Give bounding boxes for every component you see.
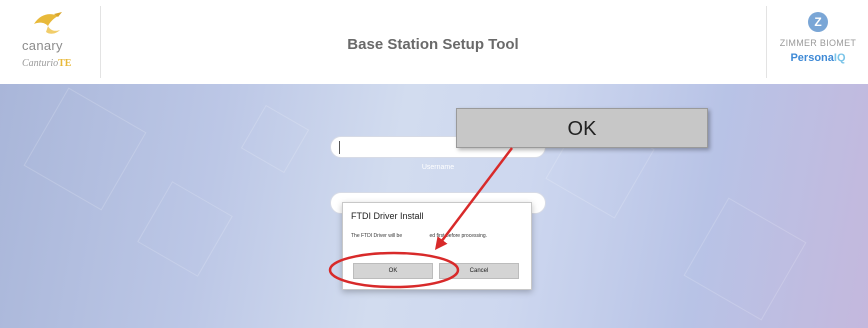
page-title: Base Station Setup Tool	[347, 36, 519, 53]
ok-button[interactable]: OK	[353, 263, 433, 279]
ftdi-install-dialog: FTDI Driver Install The FTDI Driver will…	[342, 202, 532, 290]
canary-product-suffix: TE	[58, 58, 72, 69]
canary-product-name: CanturioTE	[22, 58, 71, 69]
background-hexagon	[137, 181, 233, 277]
text-caret	[339, 141, 340, 154]
background-hexagon	[683, 197, 807, 321]
canary-product-prefix: Canturio	[22, 58, 59, 69]
app-header: canary CanturioTE Base Station Setup Too…	[0, 0, 868, 84]
cancel-button[interactable]: Cancel	[439, 263, 519, 279]
dialog-message-start: The FTDI Driver will be	[351, 233, 404, 239]
dialog-message-end: ed first before processing.	[429, 233, 488, 239]
background-hexagon	[23, 87, 147, 211]
canary-logo: canary CanturioTE	[8, 8, 96, 78]
persona-iq-name: PersonaIQ	[768, 52, 868, 64]
ok-callout-box: OK	[456, 108, 708, 148]
zimmer-biomet-logo: Z ZIMMER BIOMET PersonaIQ	[768, 8, 868, 78]
dialog-title: FTDI Driver Install	[351, 211, 424, 221]
zimmer-biomet-name: ZIMMER BIOMET	[779, 38, 857, 48]
canary-bird-icon	[34, 12, 62, 34]
header-divider-right	[766, 6, 767, 78]
username-label: Username	[421, 164, 455, 171]
persona-prefix: Persona	[790, 52, 834, 64]
canary-brand-name: canary	[22, 38, 63, 53]
background-hexagon	[240, 104, 310, 174]
persona-suffix: IQ	[833, 52, 846, 64]
zimmer-biomet-icon: Z	[808, 12, 828, 32]
dialog-message: The FTDI Driver will be ed first before …	[351, 233, 531, 239]
